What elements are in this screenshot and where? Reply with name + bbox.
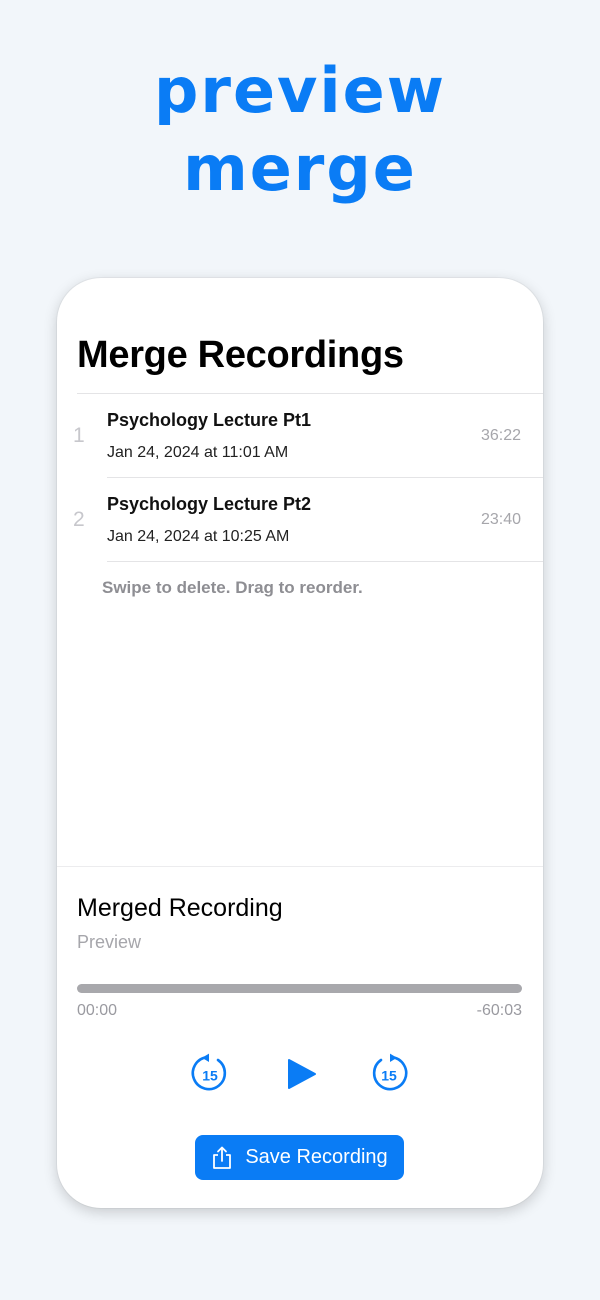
promo-headline-line-2: merge [183,132,417,205]
save-recording-button[interactable]: Save Recording [195,1135,404,1180]
recording-duration: 36:22 [480,427,521,444]
recording-index: 2 [73,508,85,531]
rewind-15-icon: 15 [191,1053,227,1091]
recording-name: Psychology Lecture Pt1 [107,410,312,430]
recording-row-2[interactable]: 2 Psychology Lecture Pt2 Jan 24, 2024 at… [57,478,543,562]
play-icon [288,1059,316,1089]
skip-back-button[interactable]: 15 [188,1052,232,1096]
recording-name: Psychology Lecture Pt2 [107,494,312,514]
time-elapsed: 00:00 [77,1002,118,1019]
recording-duration: 23:40 [480,511,521,528]
recording-date: Jan 24, 2024 at 10:25 AM [107,528,290,545]
page-title: Merge Recordings [77,334,404,376]
row-divider [107,561,543,562]
playback-scrubber[interactable] [77,984,522,993]
skip-forward-button[interactable]: 15 [367,1052,411,1096]
recordings-list: 1 Psychology Lecture Pt1 Jan 24, 2024 at… [57,394,543,562]
recording-date: Jan 24, 2024 at 11:01 AM [107,444,289,461]
skip-forward-seconds: 15 [381,1068,397,1084]
promo-headline-line-1: preview [153,54,446,127]
share-icon [211,1146,233,1170]
recording-row-1[interactable]: 1 Psychology Lecture Pt1 Jan 24, 2024 at… [57,394,543,478]
panel-divider [57,866,543,867]
device-screen: Merge Recordings 1 Psychology Lecture Pt… [57,278,543,1208]
merged-recording-title: Merged Recording [77,894,283,922]
skip-back-seconds: 15 [202,1068,218,1084]
play-button[interactable] [279,1052,323,1096]
promo-headline: preview merge [0,52,600,208]
recording-index: 1 [73,424,85,447]
time-remaining: -60:03 [476,1002,522,1019]
merged-recording-subtitle: Preview [77,932,142,952]
list-hint: Swipe to delete. Drag to reorder. [102,578,363,597]
save-recording-label: Save Recording [245,1146,388,1168]
forward-15-icon: 15 [372,1053,408,1091]
